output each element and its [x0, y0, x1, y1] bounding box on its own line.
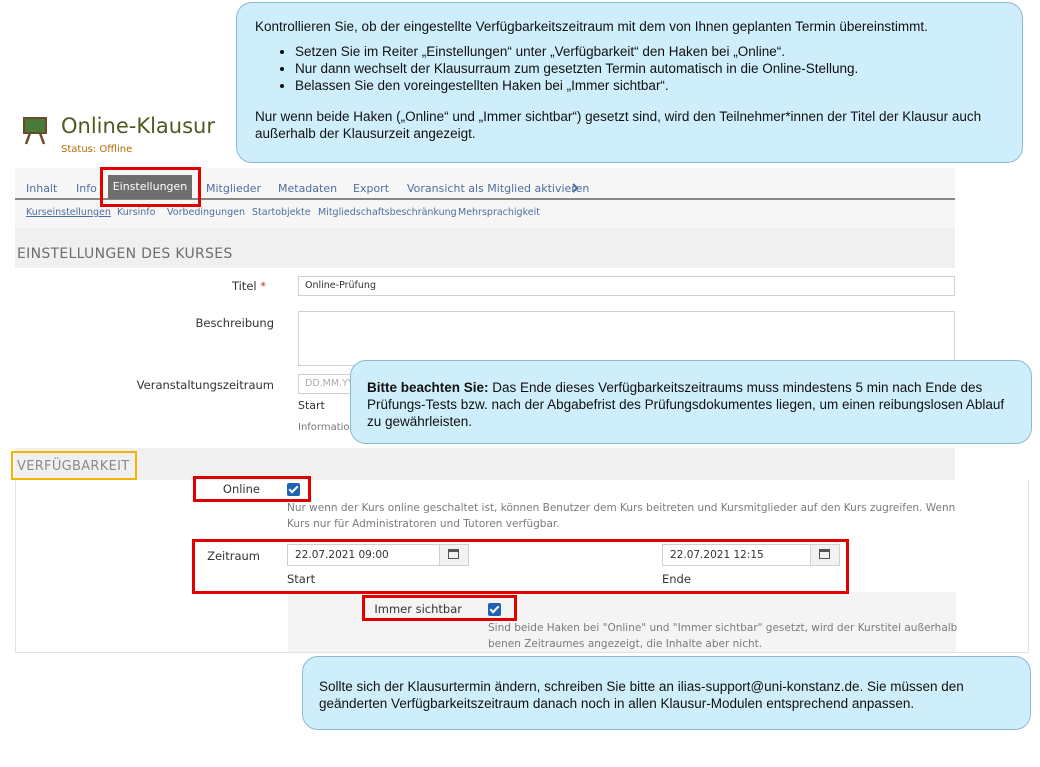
tab-inhalt[interactable]: Inhalt: [26, 182, 57, 195]
easel-icon: [23, 117, 47, 145]
highlight-online: [193, 476, 311, 502]
callout-top-list: Setzen Sie im Reiter „Einstellungen“ unt…: [255, 43, 1004, 94]
highlight-einstellungen-tab: [100, 167, 201, 207]
callout-top-bullet: Belassen Sie den voreingestellten Haken …: [295, 77, 1004, 94]
period-label: Veranstaltungszeitraum: [136, 378, 274, 392]
callout-bottom: Sollte sich der Klausurtermin ändern, sc…: [302, 656, 1031, 730]
highlight-verfuegbarkeit: [11, 451, 137, 480]
callout-top-bullet: Setzen Sie im Reiter „Einstellungen“ unt…: [295, 43, 1004, 60]
online-help-line-1: Nur wenn der Kurs online geschaltet ist,…: [287, 502, 956, 514]
callout-top-intro: Kontrollieren Sie, ob der eingestellte V…: [255, 19, 928, 34]
availability-section-header: [15, 448, 955, 480]
page-title: Online-Klausur: [61, 114, 215, 138]
tab-metadaten[interactable]: Metadaten: [278, 182, 337, 195]
callout-middle-bold: Bitte beachten Sie:: [367, 380, 489, 395]
callout-top-outro: Nur wenn beide Haken („Online“ und „Imme…: [255, 109, 982, 141]
highlight-immer-sichtbar: [362, 595, 517, 621]
subtab-kurseinstellungen[interactable]: Kurseinstellungen: [26, 207, 111, 218]
visible-help-line-1: Sind beide Haken bei "Online" und "Immer…: [488, 622, 958, 634]
subtab-kursinfo[interactable]: Kursinfo: [117, 207, 155, 218]
subtab-mehrsprachigkeit[interactable]: Mehrsprachigkeit: [458, 207, 540, 218]
online-help-line-2: Kurs nur für Administratoren und Tutoren…: [287, 518, 560, 530]
visible-help-line-2: benen Zeitraumes angezeigt, die Inhalte …: [488, 638, 763, 650]
period-start-label: Start: [298, 399, 325, 412]
callout-middle: Bitte beachten Sie: Das Ende dieses Verf…: [350, 360, 1032, 444]
tab-mitglieder[interactable]: Mitglieder: [206, 182, 261, 195]
period-info-text: Information: [298, 422, 356, 433]
tab-export[interactable]: Export: [353, 182, 389, 195]
highlight-zeitraum: [192, 539, 849, 594]
title-label: Titel *: [231, 279, 266, 293]
subtab-startobjekte[interactable]: Startobjekte: [252, 207, 311, 218]
description-label: Beschreibung: [195, 316, 275, 330]
period-start-input[interactable]: DD.MM.YY: [298, 374, 358, 394]
callout-bottom-text: Sollte sich der Klausurtermin ändern, sc…: [319, 679, 964, 711]
subtab-mitgliedschaft[interactable]: Mitgliedschaftsbeschränkung: [318, 207, 457, 218]
title-input[interactable]: Online-Prüfung: [298, 276, 955, 296]
tab-voransicht[interactable]: Voransicht als Mitglied aktivieren: [407, 182, 589, 195]
subtab-vorbedingungen[interactable]: Vorbedingungen: [167, 207, 245, 218]
description-textarea[interactable]: [298, 311, 955, 366]
callout-top: Kontrollieren Sie, ob der eingestellte V…: [236, 2, 1023, 163]
callout-top-bullet: Nur dann wechselt der Klausurraum zum ge…: [295, 60, 1004, 77]
chevron-right-icon: [572, 183, 579, 193]
tab-info[interactable]: Info: [76, 182, 97, 195]
settings-section-title: EINSTELLUNGEN DES KURSES: [17, 246, 233, 262]
status-text: Status: Offline: [61, 144, 133, 155]
